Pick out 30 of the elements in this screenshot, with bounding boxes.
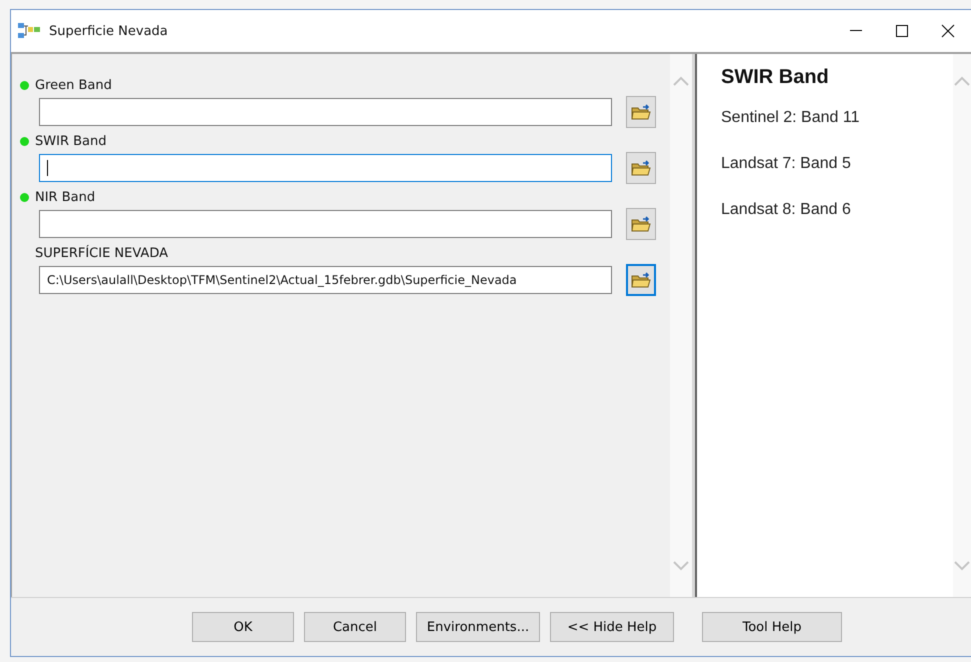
folder-icon [631, 103, 651, 121]
input-field[interactable] [39, 98, 612, 126]
browse-button[interactable] [626, 152, 656, 184]
close-icon [941, 24, 955, 38]
model-icon [17, 21, 41, 41]
input-field[interactable]: C:\Users\aulall\Desktop\TFM\Sentinel2\Actual_15febrer.gdb\Superficie_Nevada [39, 266, 612, 294]
minimize-icon [850, 30, 862, 32]
browse-button[interactable] [626, 96, 656, 128]
help-text: Landsat 8: Band 6 [721, 201, 852, 219]
help-title: SWIR Band [721, 66, 830, 89]
folder-icon [631, 271, 651, 289]
parameter-label: SUPERFÍCIE NEVADA [35, 246, 168, 260]
browse-button[interactable] [626, 264, 656, 296]
browse-button[interactable] [626, 208, 656, 240]
input-field[interactable] [39, 154, 612, 182]
parameter-label: NIR Band [35, 190, 96, 204]
tool-help-button[interactable]: Tool Help [702, 612, 842, 642]
parameter-label: SWIR Band [35, 134, 106, 148]
parameter-label: Green Band [35, 78, 112, 92]
input-field[interactable] [39, 210, 612, 238]
maximize-icon [896, 25, 908, 37]
help-text: Landsat 7: Band 5 [721, 155, 852, 173]
dialog-button[interactable]: OK [192, 612, 294, 642]
dialog-button[interactable]: Cancel [304, 612, 406, 642]
folder-icon [631, 215, 651, 233]
dialog-button[interactable]: Environments... [416, 612, 540, 642]
help-text: Sentinel 2: Band 11 [721, 109, 860, 127]
dialog-button[interactable]: << Hide Help [550, 612, 674, 642]
window-title: Superficie Nevada [49, 24, 169, 38]
folder-icon [631, 159, 651, 177]
